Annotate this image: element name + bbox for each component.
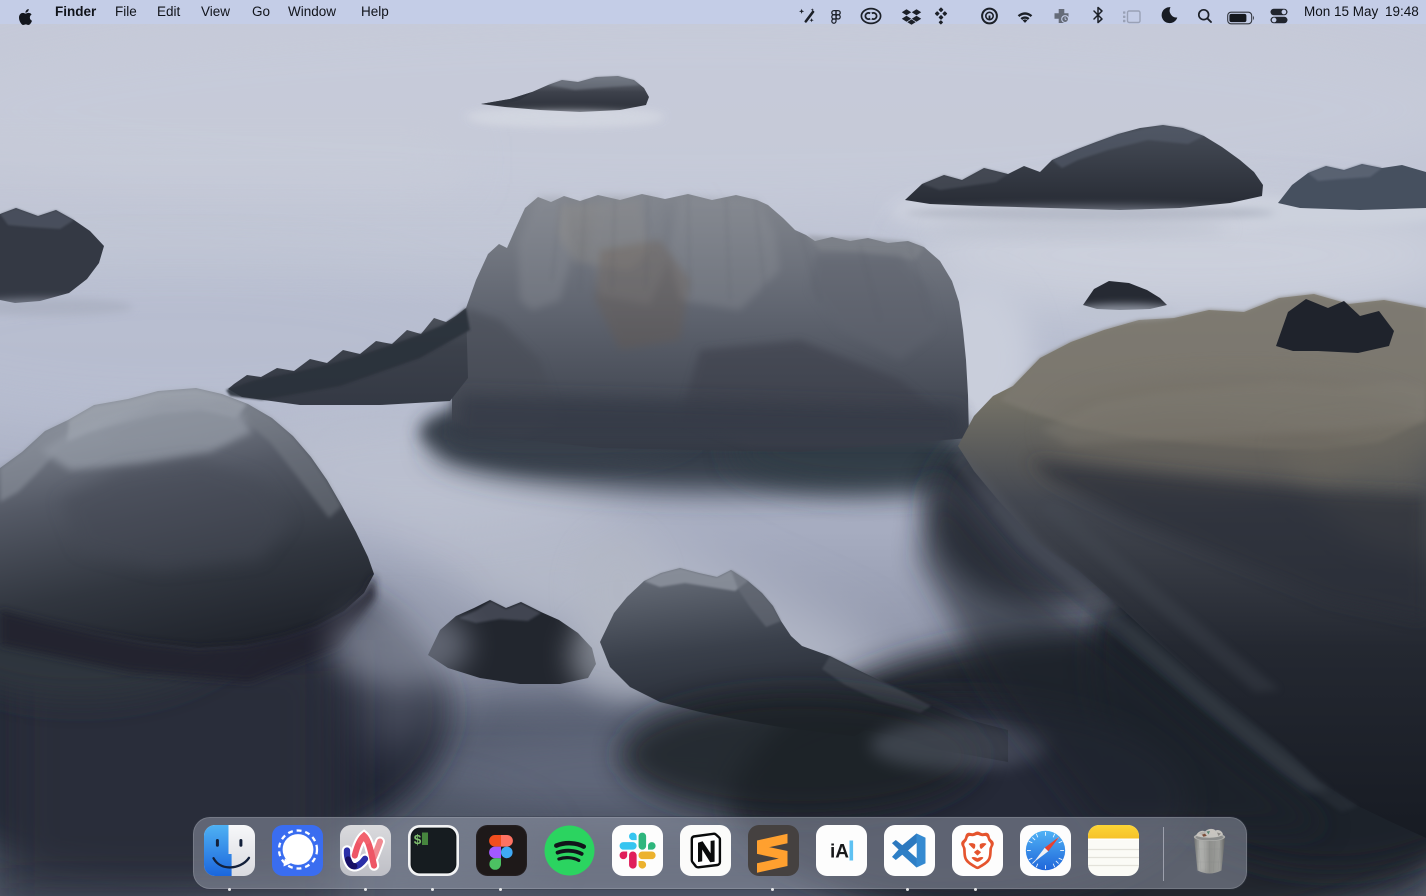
- svg-text:$: $: [414, 834, 422, 849]
- svg-text:iA: iA: [830, 842, 849, 863]
